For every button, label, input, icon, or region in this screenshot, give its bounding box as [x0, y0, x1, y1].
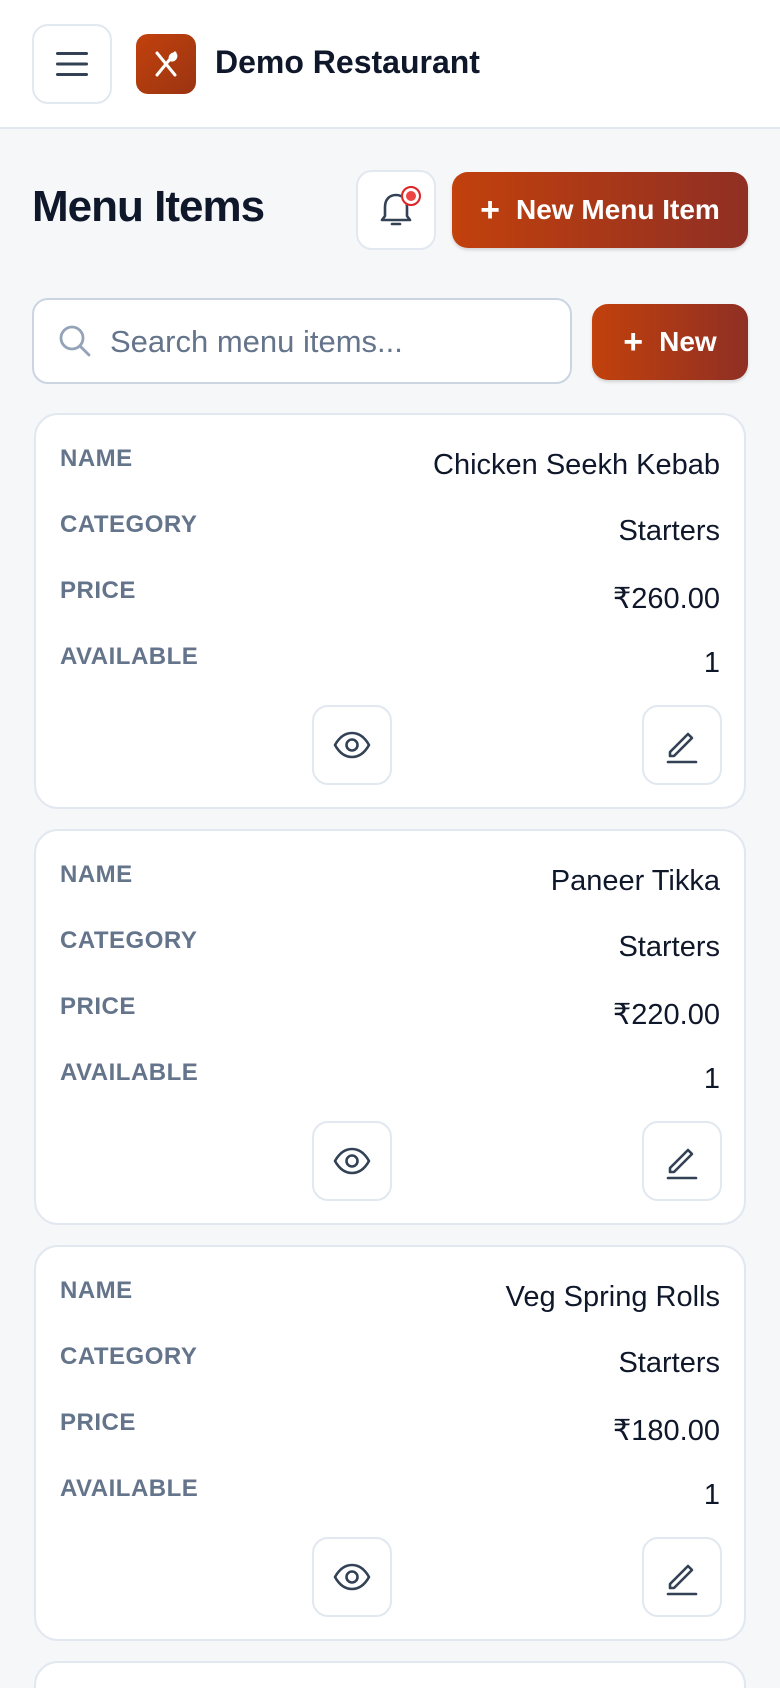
- plus-icon: +: [480, 191, 501, 229]
- utensils-icon: [155, 51, 178, 77]
- name-row: NAME Chicken Seekh Kebab: [60, 445, 720, 485]
- category-row: CATEGORY Starters: [60, 1343, 720, 1383]
- menu-item-card: NAME Veg Spring Rolls CATEGORY Starters …: [34, 1245, 746, 1641]
- brand-name: Demo Restaurant: [215, 44, 480, 80]
- item-category: Starters: [618, 931, 720, 963]
- name-label: NAME: [60, 861, 133, 888]
- available-row: AVAILABLE 1: [60, 1475, 720, 1515]
- name-row: NAME Paneer Tikka: [60, 861, 720, 901]
- item-available: 1: [703, 647, 720, 679]
- new-button[interactable]: + New: [592, 304, 748, 380]
- page-title: Menu Items: [32, 182, 265, 231]
- top-bar: Demo Restaurant: [0, 0, 780, 129]
- menu-toggle-button[interactable]: [32, 24, 112, 104]
- notifications-button[interactable]: [356, 170, 436, 250]
- available-row: AVAILABLE 1: [60, 1059, 720, 1099]
- name-row: NAME Veg Spring Rolls: [60, 1277, 720, 1317]
- available-row: AVAILABLE 1: [60, 643, 720, 683]
- item-category: Starters: [618, 515, 720, 547]
- category-row: CATEGORY Starters: [60, 927, 720, 967]
- eye-icon: [333, 1563, 371, 1591]
- item-available: 1: [703, 1063, 720, 1095]
- pencil-icon: [666, 732, 698, 764]
- menu-item-card: NAME Chicken Seekh Kebab CATEGORY Starte…: [34, 413, 746, 809]
- edit-button[interactable]: [642, 705, 722, 785]
- eye-icon: [333, 731, 371, 759]
- view-button[interactable]: [312, 1121, 392, 1201]
- edit-button[interactable]: [642, 1537, 722, 1617]
- plus-icon: +: [623, 323, 644, 361]
- item-name: Veg Spring Rolls: [505, 1281, 720, 1313]
- price-row: PRICE ₹260.00: [60, 577, 720, 617]
- category-row: CATEGORY Starters: [60, 511, 720, 551]
- item-category: Starters: [618, 1347, 720, 1379]
- name-label: NAME: [60, 445, 133, 472]
- new-button-label: New: [659, 326, 717, 357]
- category-label: CATEGORY: [60, 1343, 198, 1370]
- category-label: CATEGORY: [60, 511, 198, 538]
- item-name: Chicken Seekh Kebab: [433, 449, 720, 481]
- item-name: Paneer Tikka: [550, 865, 720, 897]
- new-menu-item-label: New Menu Item: [516, 194, 720, 225]
- menu-item-card: [34, 1661, 746, 1688]
- price-row: PRICE ₹180.00: [60, 1409, 720, 1449]
- view-button[interactable]: [312, 705, 392, 785]
- search-box: [32, 298, 572, 384]
- available-label: AVAILABLE: [60, 1059, 199, 1086]
- item-price: ₹260.00: [612, 583, 720, 615]
- item-price: ₹220.00: [612, 999, 720, 1031]
- name-label: NAME: [60, 1277, 133, 1304]
- price-row: PRICE ₹220.00: [60, 993, 720, 1033]
- eye-icon: [333, 1147, 371, 1175]
- available-label: AVAILABLE: [60, 643, 199, 670]
- available-label: AVAILABLE: [60, 1475, 199, 1502]
- hamburger-icon: [56, 52, 88, 76]
- pencil-icon: [666, 1148, 698, 1180]
- restaurant-logo: [136, 34, 196, 94]
- edit-button[interactable]: [642, 1121, 722, 1201]
- search-icon: [59, 325, 91, 357]
- notification-dot-icon: [401, 186, 421, 206]
- menu-item-card: NAME Paneer Tikka CATEGORY Starters PRIC…: [34, 829, 746, 1225]
- new-menu-item-button[interactable]: + New Menu Item: [452, 172, 748, 248]
- price-label: PRICE: [60, 577, 136, 604]
- category-label: CATEGORY: [60, 927, 198, 954]
- price-label: PRICE: [60, 993, 136, 1020]
- item-available: 1: [703, 1479, 720, 1511]
- search-input[interactable]: [110, 314, 550, 370]
- item-price: ₹180.00: [612, 1415, 720, 1447]
- price-label: PRICE: [60, 1409, 136, 1436]
- pencil-icon: [666, 1564, 698, 1596]
- view-button[interactable]: [312, 1537, 392, 1617]
